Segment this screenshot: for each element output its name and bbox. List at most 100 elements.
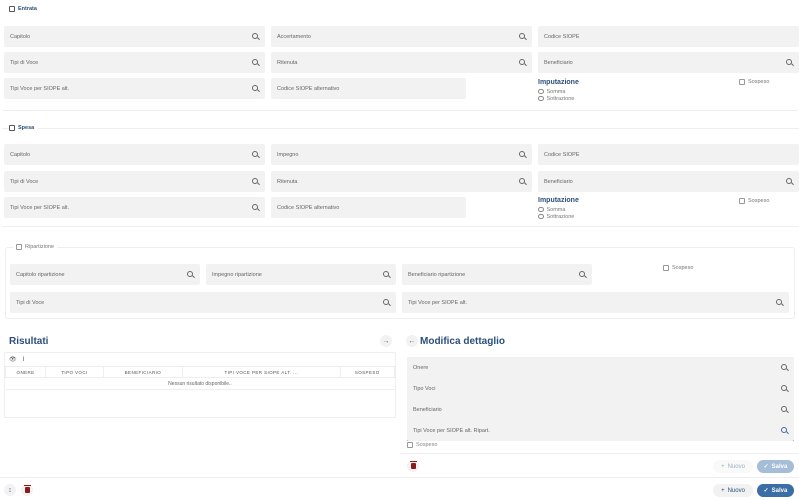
tipi-voce-siope-field[interactable]: Tipi Voce per SIOPE alt. [402, 292, 789, 313]
ritenuta-field[interactable]: Ritenuta [271, 171, 532, 192]
search-icon[interactable] [252, 204, 259, 211]
onere-field[interactable]: Onere [407, 357, 794, 378]
column-header[interactable]: TIPO VOCI [45, 366, 104, 378]
search-icon[interactable] [187, 271, 194, 278]
ripartizione-checkbox[interactable]: Ripartizione [13, 244, 58, 250]
codice-siope-field[interactable]: Codice SIOPE [538, 26, 799, 47]
codice-siope-field[interactable]: Codice SIOPE [538, 144, 799, 165]
beneficiario-field[interactable]: Beneficiario [407, 399, 794, 420]
search-icon[interactable] [252, 85, 259, 92]
sottrazione-radio[interactable]: Sottrazione [538, 213, 574, 220]
nuovo-button[interactable]: + Nuovo [713, 484, 753, 497]
salva-detail-button[interactable]: ✓ Salva [757, 460, 794, 473]
codice-siope-alt-field[interactable]: Codice SIOPE alternativo [271, 78, 466, 99]
checkbox-icon [739, 198, 745, 204]
entrata-label: Entrata [18, 6, 37, 12]
checkbox-icon [9, 6, 15, 12]
column-header[interactable]: ONERE [4, 366, 47, 378]
tipi-voce-siope-field[interactable]: Tipi Voce per SIOPE alt. [4, 197, 265, 218]
search-icon[interactable] [786, 178, 793, 185]
checkbox-icon [9, 125, 15, 131]
search-icon[interactable] [786, 59, 793, 66]
eye-icon[interactable]: 👁 [9, 356, 17, 363]
delete-detail-button[interactable] [407, 460, 419, 472]
sort-button[interactable]: ↕ [4, 484, 16, 496]
field-label: Beneficiario [544, 178, 573, 185]
dettaglio-sospeso-checkbox[interactable]: Sospeso [407, 442, 437, 448]
entrata-checkbox[interactable]: Entrata [9, 6, 41, 12]
radio-icon [538, 95, 544, 102]
accertamento-field[interactable]: Accertamento [271, 26, 532, 47]
somma-radio[interactable]: Somma [538, 206, 565, 213]
beneficiario-field[interactable]: Beneficiario [538, 171, 799, 192]
search-icon[interactable] [781, 385, 788, 392]
radio-icon [538, 206, 544, 213]
column-header[interactable]: SOSPESO [339, 366, 396, 378]
field-label: Beneficiario ripartizione [408, 271, 466, 278]
sottrazione-radio[interactable]: Sottrazione [538, 95, 574, 102]
search-icon[interactable] [519, 178, 526, 185]
expand-button[interactable]: → [380, 335, 392, 347]
tipi-voce-field[interactable]: Tipi di Voce [10, 292, 396, 313]
search-icon[interactable] [781, 427, 788, 434]
search-icon[interactable] [519, 59, 526, 66]
capitolo-field[interactable]: Capitolo [4, 26, 265, 47]
field-label: Codice SIOPE [544, 33, 580, 40]
spesa-checkbox[interactable]: Spesa [9, 125, 39, 131]
delete-button[interactable] [21, 484, 33, 496]
column-header[interactable]: BENEFICIARIO [102, 366, 184, 378]
field-label: Onere [413, 364, 429, 371]
salva-button[interactable]: ✓ Salva [757, 484, 794, 497]
search-icon[interactable] [252, 178, 259, 185]
beneficiario-field[interactable]: Beneficiario [538, 52, 799, 73]
ripartizione-sospeso-checkbox[interactable]: Sospeso [663, 265, 693, 271]
spesa-sospeso-checkbox[interactable]: Sospeso [739, 198, 769, 204]
dettaglio-title: Modifica dettaglio [420, 336, 505, 347]
search-icon[interactable] [383, 299, 390, 306]
search-icon[interactable] [252, 151, 259, 158]
checkbox-icon [16, 244, 22, 250]
risultati-title: Risultati [9, 336, 49, 347]
somma-radio[interactable]: Somma [538, 88, 565, 95]
tipi-voce-field[interactable]: Tipi di Voce [4, 171, 265, 192]
search-icon[interactable] [781, 406, 788, 413]
field-label: Tipi di Voce [10, 59, 39, 66]
field-label: Capitolo ripartizione [16, 271, 65, 278]
button-label: Salva [771, 463, 788, 470]
ripartizione-label: Ripartizione [25, 244, 55, 250]
capitolo-ripartizione-field[interactable]: Capitolo ripartizione [10, 264, 200, 285]
back-button[interactable]: ← [406, 335, 418, 347]
search-icon[interactable] [579, 271, 586, 278]
tipi-voce-siope-field[interactable]: Tipi Voce per SIOPE alt. [4, 78, 265, 99]
search-icon[interactable] [383, 271, 390, 278]
trash-icon [409, 461, 417, 469]
tipi-voce-field[interactable]: Tipi di Voce [4, 52, 265, 73]
nuovo-detail-button[interactable]: + Nuovo [713, 460, 753, 473]
search-icon[interactable] [252, 33, 259, 40]
checkbox-label: Sospeso [748, 198, 770, 204]
beneficiario-ripartizione-field[interactable]: Beneficiario ripartizione [402, 264, 592, 285]
tipo-voci-field[interactable]: Tipo Voci [407, 378, 794, 399]
field-label: Ritenuta [277, 178, 298, 185]
check-icon: ✓ [763, 488, 769, 494]
plus-icon: + [721, 463, 725, 470]
ritenuta-field[interactable]: Ritenuta [271, 52, 532, 73]
column-header[interactable]: TIPI VOCE PER SIOPE ALT. ... [182, 366, 341, 378]
capitolo-field[interactable]: Capitolo [4, 144, 265, 165]
checkbox-label: Sospeso [672, 265, 694, 271]
search-icon[interactable] [776, 299, 783, 306]
checkbox-icon [739, 79, 745, 85]
results-table: ONERE TIPO VOCI BENEFICIARIO TIPI VOCE P… [4, 366, 396, 390]
tipi-voce-siope-ripart-field[interactable]: Tipi Voce per SIOPE alt. Ripart. [407, 420, 794, 441]
impegno-ripartizione-field[interactable]: Impegno ripartizione [206, 264, 396, 285]
radio-icon [538, 213, 544, 220]
spesa-divider [2, 128, 799, 129]
codice-siope-alt-field[interactable]: Codice SIOPE alternativo [271, 197, 466, 218]
search-icon[interactable] [519, 33, 526, 40]
search-icon[interactable] [519, 151, 526, 158]
search-icon[interactable] [252, 59, 259, 66]
search-icon[interactable] [781, 364, 788, 371]
arrow-left-icon: ← [408, 337, 416, 345]
entrata-sospeso-checkbox[interactable]: Sospeso [739, 79, 769, 85]
impegno-field[interactable]: Impegno [271, 144, 532, 165]
